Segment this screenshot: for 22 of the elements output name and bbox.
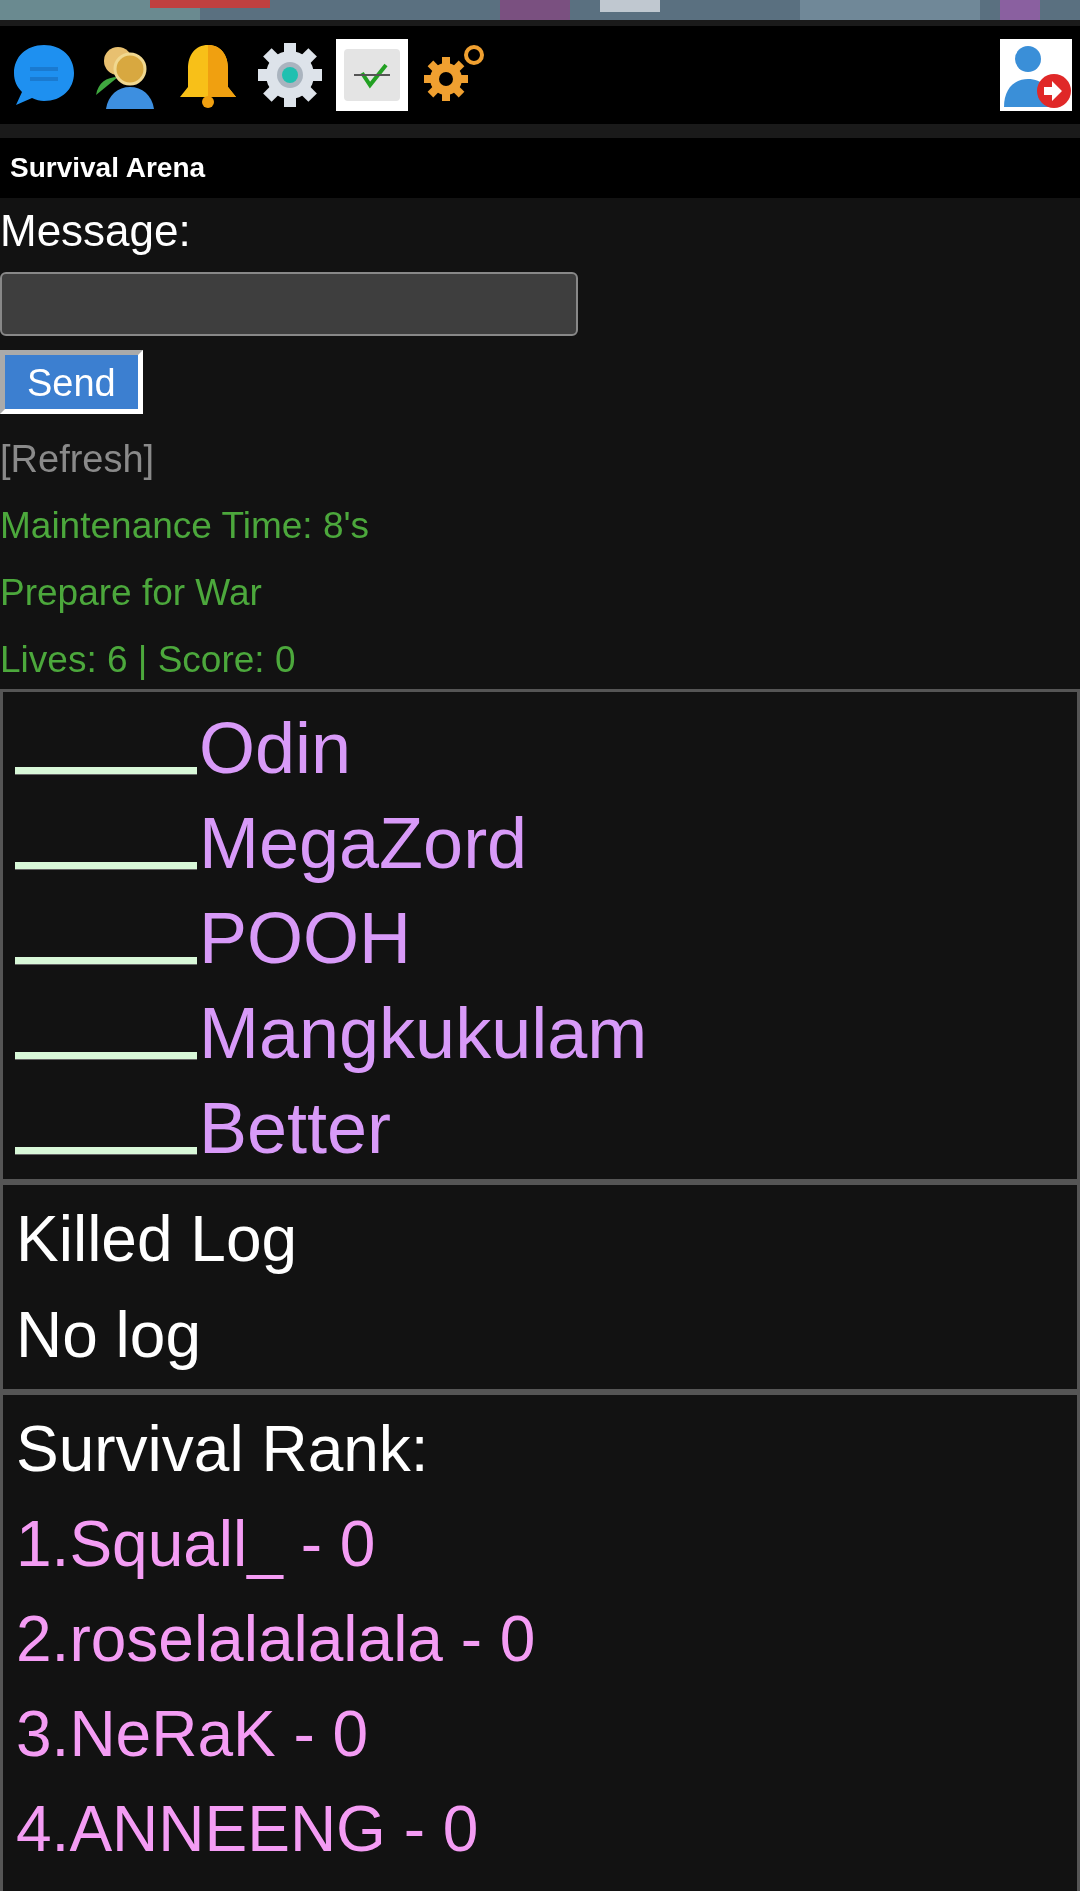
killed-log-title: Killed Log	[16, 1202, 298, 1277]
send-button[interactable]: Send	[0, 350, 143, 414]
player-name[interactable]: Odin	[199, 703, 352, 793]
message-label: Message:	[0, 205, 191, 257]
status-text: Prepare for War	[0, 571, 262, 615]
message-input[interactable]	[0, 272, 578, 336]
player-name[interactable]: Mangkukulam	[199, 988, 648, 1078]
refresh-link[interactable]: [Refresh]	[0, 434, 155, 484]
rank-entry: 4.ANNEENG - 0	[16, 1792, 479, 1867]
status-text: Maintenance Time: 8's	[0, 504, 370, 548]
player-name[interactable]: Better	[199, 1083, 392, 1173]
rank-title: Survival Rank:	[16, 1412, 429, 1487]
rank-entry: 2.roselalalalala - 0	[16, 1602, 536, 1677]
page-title: Survival Arena	[10, 151, 206, 185]
checkmark-icon[interactable]	[336, 39, 408, 111]
player-name[interactable]: MegaZord	[199, 798, 528, 888]
status-text: Lives: 6 | Score: 0	[0, 638, 296, 682]
logout-icon[interactable]	[1000, 39, 1072, 111]
log-entry: No log	[16, 1298, 201, 1373]
rank-entry: 3.NeRaK - 0	[16, 1697, 369, 1772]
rank-entry: 1.Squall_ - 0	[16, 1507, 376, 1582]
player-name[interactable]: POOH	[199, 893, 412, 983]
